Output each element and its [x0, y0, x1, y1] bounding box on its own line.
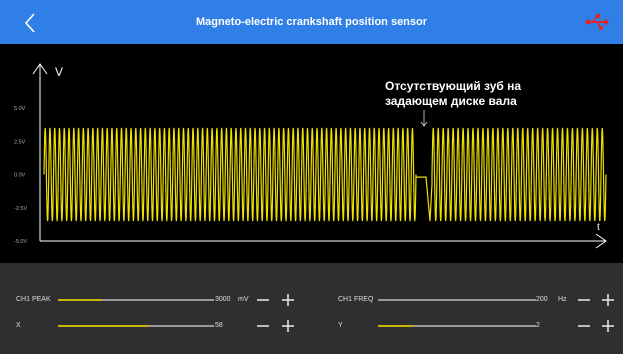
ch1-freq-slider[interactable] [378, 299, 536, 301]
plus-icon[interactable] [281, 319, 295, 333]
y-tick-label: 2.5V [14, 139, 26, 145]
y-tick-label: -2.5V [14, 206, 27, 212]
x-slider[interactable] [58, 325, 214, 327]
top-bar: Magneto-electric crankshaft position sen… [0, 0, 623, 44]
ch1-peak-unit: mV [238, 296, 249, 303]
x-value: 58 [215, 322, 223, 329]
minus-icon[interactable] [577, 319, 591, 333]
ch1-peak-slider[interactable] [58, 299, 214, 301]
waveform-series [43, 127, 607, 222]
y-label: Y [338, 322, 343, 329]
ch1-peak-slider-fill [58, 299, 102, 301]
control-panel: CH1 PEAK 3000 mV CH1 FREQ 200 Hz X 58 Y … [0, 263, 623, 354]
ch1-freq-unit: Hz [558, 296, 567, 303]
page-title: Magneto-electric crankshaft position sen… [195, 16, 428, 28]
y-slider[interactable] [378, 325, 536, 327]
minus-icon[interactable] [577, 293, 591, 307]
ch1-freq-value: 200 [536, 296, 548, 303]
y-tick-label: 0.0V [14, 173, 26, 179]
y-value: 2 [536, 322, 540, 329]
missing-tooth-annotation: Отсутствующий зуб на задающем диске вала [385, 79, 522, 108]
plus-icon[interactable] [601, 319, 615, 333]
waveform-chart: V t 5.0V 2.5V 0.0V -2.5V -5.0V [14, 63, 607, 249]
usb-icon [585, 14, 609, 30]
oscilloscope-view: V t 5.0V 2.5V 0.0V -2.5V -5.0V Отсутствующий… [0, 44, 623, 263]
ch1-peak-value: 3000 [215, 296, 231, 303]
minus-icon[interactable] [256, 319, 270, 333]
ch1-peak-label: CH1 PEAK [16, 296, 51, 303]
ch1-freq-label: CH1 FREQ [338, 296, 374, 303]
y-tick-label: -5.0V [14, 239, 27, 245]
y-control: Y 2 [311, 316, 623, 336]
x-control: X 58 [0, 316, 311, 336]
y-tick-label: 5.0V [14, 106, 26, 112]
plus-icon[interactable] [281, 293, 295, 307]
y-slider-fill [378, 325, 413, 327]
ch1-peak-control: CH1 PEAK 3000 mV [0, 290, 311, 310]
minus-icon[interactable] [256, 293, 270, 307]
plus-icon[interactable] [601, 293, 615, 307]
y-axis-label: V [55, 65, 63, 79]
x-label: X [16, 322, 21, 329]
x-slider-fill [58, 325, 149, 327]
ch1-freq-control: CH1 FREQ 200 Hz [311, 290, 623, 310]
x-axis-label: t [597, 222, 600, 233]
